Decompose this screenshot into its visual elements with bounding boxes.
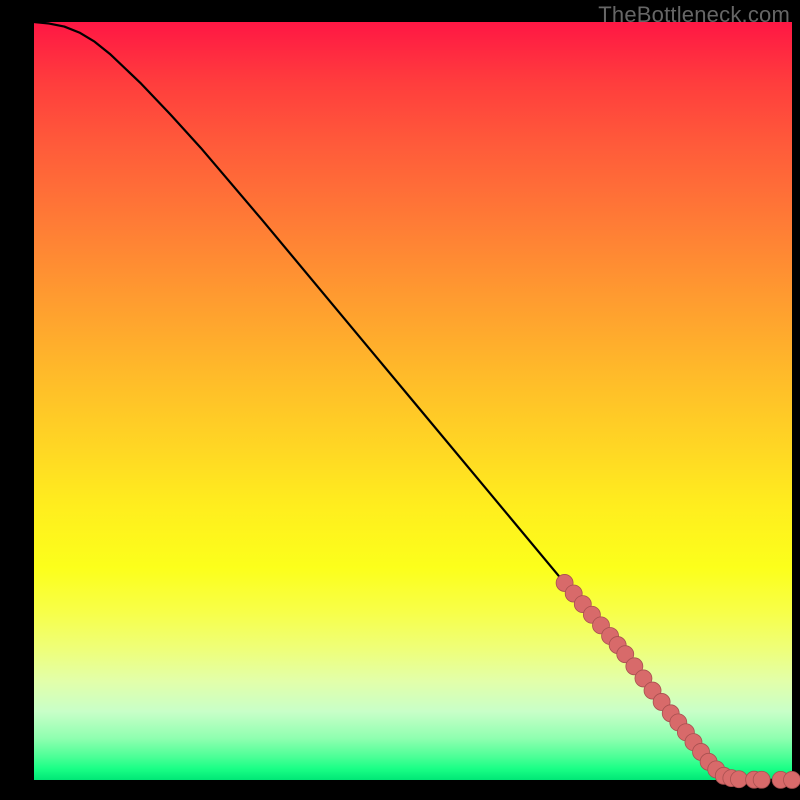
- chart-frame: [34, 22, 792, 780]
- data-point: [784, 771, 800, 788]
- chart-svg: [34, 22, 792, 780]
- points-group: [556, 574, 800, 788]
- watermark-text: TheBottleneck.com: [598, 2, 790, 28]
- data-point: [753, 771, 770, 788]
- curve-line: [34, 22, 792, 780]
- data-point: [730, 771, 747, 788]
